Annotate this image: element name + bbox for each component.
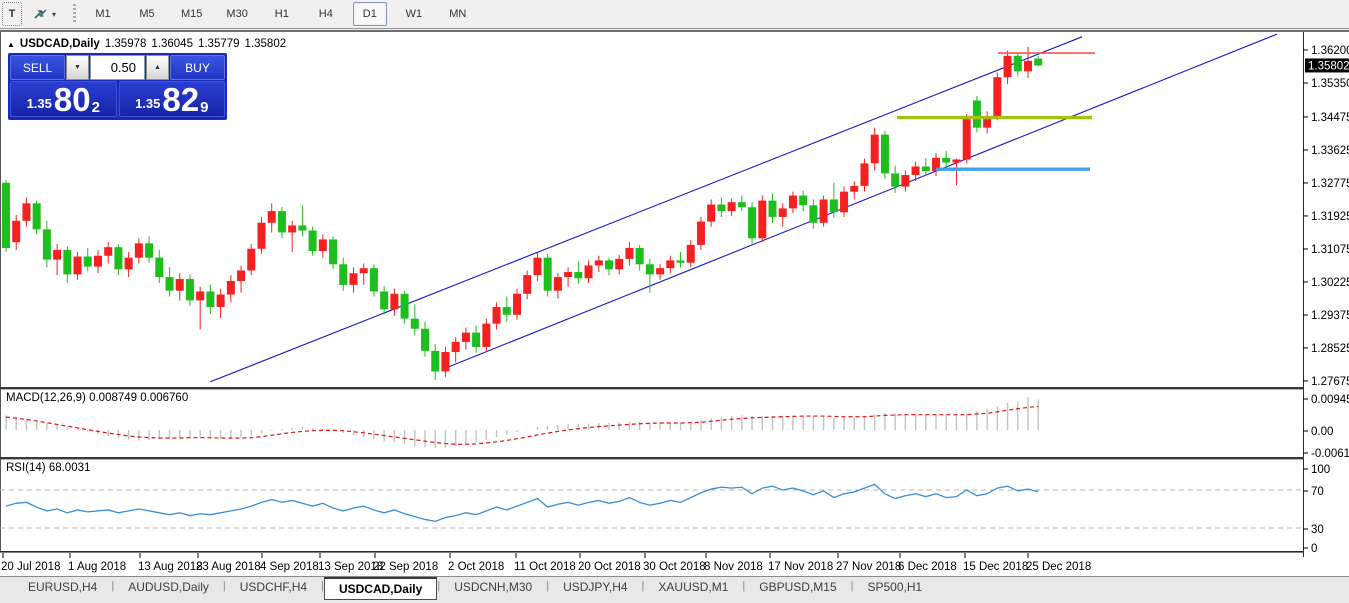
svg-text:1.33625: 1.33625 [1311, 145, 1349, 157]
mt4-terminal-window: T ▾ M1M5M15M30H1H4D1W1MN 1.362001.353501… [0, 0, 1349, 603]
chart-tab-usdcad-daily[interactable]: USDCAD,Daily [324, 577, 437, 600]
timeframe-buttons: M1 M5 M15 M30 H1 H4 D1 W1 MN [86, 2, 475, 26]
svg-text:1.32775: 1.32775 [1311, 178, 1349, 190]
volume-decrease-button[interactable]: ▼ [66, 55, 89, 80]
sell-price-prefix: 1.35 [27, 96, 52, 111]
chart-tab-eurusd-h4[interactable]: EURUSD,H4 [14, 577, 111, 596]
svg-text:100: 100 [1311, 464, 1330, 476]
timeframe-button-m15[interactable]: M15 [174, 2, 209, 26]
timeframe-button-d1[interactable]: D1 [353, 2, 387, 26]
sell-price-big-digits: 80 [54, 85, 91, 115]
symbol-period-label: USDCAD,Daily [20, 38, 100, 50]
svg-text:1.28525: 1.28525 [1311, 343, 1349, 355]
volume-increase-button[interactable]: ▲ [146, 55, 169, 80]
arrows-tool-button[interactable]: ▾ [28, 2, 61, 26]
buy-price-prefix: 1.35 [135, 96, 160, 111]
one-click-trading-panel: SELL ▼ 0.50 ▲ BUY 1.35 80 2 1.35 82 9 [8, 53, 227, 120]
svg-text:8 Nov 2018: 8 Nov 2018 [704, 561, 763, 573]
ohlc-low: 1.35779 [198, 38, 240, 50]
svg-text:1.30225: 1.30225 [1311, 277, 1349, 289]
chart-tab-usdjpy-h4[interactable]: USDJPY,H4 [549, 577, 641, 596]
svg-text:13 Aug 2018: 13 Aug 2018 [138, 561, 203, 573]
svg-text:20 Jul 2018: 20 Jul 2018 [1, 561, 60, 573]
arrows-icon [33, 7, 49, 21]
svg-text:25 Dec 2018: 25 Dec 2018 [1026, 561, 1091, 573]
svg-text:1.27675: 1.27675 [1311, 376, 1349, 388]
svg-text:1.35802: 1.35802 [1308, 60, 1349, 72]
buy-button[interactable]: BUY [170, 55, 225, 80]
svg-text:6 Dec 2018: 6 Dec 2018 [898, 561, 957, 573]
svg-text:1.29375: 1.29375 [1311, 310, 1349, 322]
chart-tab-audusd-daily[interactable]: AUDUSD,Daily [114, 577, 223, 596]
buy-price-display[interactable]: 1.35 82 9 [119, 81, 226, 117]
sell-price-pipette: 2 [92, 101, 100, 115]
timeframe-button-m30[interactable]: M30 [219, 2, 254, 26]
chart-tab-gbpusd-m15[interactable]: GBPUSD,M15 [745, 577, 850, 596]
buy-price-big-digits: 82 [162, 85, 199, 115]
svg-text:-0.006169: -0.006169 [1311, 448, 1349, 460]
svg-text:1.36200: 1.36200 [1311, 45, 1349, 57]
svg-text:17 Nov 2018: 17 Nov 2018 [768, 561, 833, 573]
volume-input[interactable]: 0.50 [90, 55, 145, 80]
svg-text:15 Dec 2018: 15 Dec 2018 [963, 561, 1028, 573]
ohlc-high: 1.36045 [151, 38, 193, 50]
svg-text:27 Nov 2018: 27 Nov 2018 [836, 561, 901, 573]
svg-text:1.35350: 1.35350 [1311, 78, 1349, 90]
text-tool-button[interactable]: T [2, 2, 22, 26]
dropdown-caret-icon: ▾ [52, 10, 56, 19]
collapse-panel-icon[interactable]: ▲ [7, 40, 15, 49]
svg-text:0.00: 0.00 [1311, 426, 1333, 438]
svg-text:70: 70 [1311, 486, 1324, 498]
svg-text:11 Oct 2018: 11 Oct 2018 [514, 561, 576, 573]
svg-text:1.31075: 1.31075 [1311, 244, 1349, 256]
svg-text:1 Aug 2018: 1 Aug 2018 [68, 561, 126, 573]
timeframe-button-m5[interactable]: M5 [130, 2, 164, 26]
macd-label: MACD(12,26,9) 0.008749 0.006760 [6, 392, 188, 404]
timeframe-button-m1[interactable]: M1 [86, 2, 120, 26]
timeframe-button-mn[interactable]: MN [441, 2, 475, 26]
timeframe-button-h1[interactable]: H1 [265, 2, 299, 26]
buy-price-pipette: 9 [200, 101, 208, 115]
rsi-label: RSI(14) 68.0031 [6, 462, 90, 474]
svg-text:0.009459: 0.009459 [1311, 394, 1349, 406]
svg-text:0: 0 [1311, 543, 1317, 555]
svg-text:23 Aug 2018: 23 Aug 2018 [196, 561, 261, 573]
timeframe-button-h4[interactable]: H4 [309, 2, 343, 26]
chart-title: ▲ USDCAD,Daily 1.35978 1.36045 1.35779 1… [7, 38, 286, 50]
svg-text:1.34475: 1.34475 [1311, 112, 1349, 124]
toolbar-grip-handle[interactable] [73, 4, 76, 24]
svg-text:30: 30 [1311, 524, 1324, 536]
svg-text:30 Oct 2018: 30 Oct 2018 [643, 561, 706, 573]
chart-tab-xauusd-m1[interactable]: XAUUSD,M1 [644, 577, 742, 596]
ohlc-close: 1.35802 [245, 38, 287, 50]
chart-tab-usdchf-h4[interactable]: USDCHF,H4 [226, 577, 321, 596]
chart-window: 1.36200 1.35350 1.34475 1.33625 1.32775 1.319… [0, 30, 1349, 576]
chart-tab-usdcnh-m30[interactable]: USDCNH,M30 [440, 577, 546, 596]
svg-text:4 Sep 2018: 4 Sep 2018 [260, 561, 319, 573]
chart-tab-sp500-h1[interactable]: SP500,H1 [854, 577, 937, 596]
sell-price-display[interactable]: 1.35 80 2 [10, 81, 117, 117]
sell-button[interactable]: SELL [10, 55, 65, 80]
timeframe-button-w1[interactable]: W1 [397, 2, 431, 26]
svg-text:1.31925: 1.31925 [1311, 211, 1349, 223]
svg-text:2 Oct 2018: 2 Oct 2018 [448, 561, 504, 573]
svg-text:22 Sep 2018: 22 Sep 2018 [373, 561, 438, 573]
ohlc-open: 1.35978 [105, 38, 147, 50]
timeframes-toolbar: T ▾ M1 M5 M15 M30 H1 H4 D1 W1 MN [0, 0, 1349, 29]
chart-tabs-bar: EURUSD,H4|AUDUSD,Daily|USDCHF,H4|USDCAD,… [0, 576, 1349, 603]
svg-text:20 Oct 2018: 20 Oct 2018 [578, 561, 641, 573]
